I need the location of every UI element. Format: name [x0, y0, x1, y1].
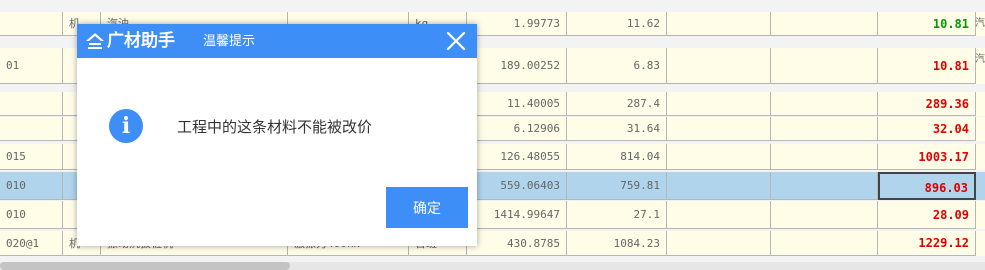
- table-cell-overflow: [975, 92, 985, 116]
- table-cell-code: 01: [0, 48, 63, 84]
- table-cell-qty: 11.40005: [467, 92, 567, 116]
- table-cell-base: 6.83: [567, 48, 667, 84]
- table-cell-base: 27.1: [567, 201, 667, 229]
- table-cell-qty: 126.48055: [467, 144, 567, 170]
- table-cell-price[interactable]: 1003.17: [878, 144, 976, 170]
- table-cell-code: [0, 92, 63, 116]
- table-cell-qty: 430.8785: [467, 231, 567, 256]
- table-cell-code: [0, 117, 63, 141]
- table-cell-blank2: [771, 231, 878, 256]
- table-cell-blank1: [667, 12, 771, 36]
- table-cell-code: 010: [0, 201, 63, 229]
- table-cell-price[interactable]: 1229.12: [878, 231, 976, 256]
- table-cell-price[interactable]: 289.36: [878, 92, 976, 116]
- table-cell-code: 010: [0, 172, 63, 200]
- horizontal-scrollbar[interactable]: [0, 262, 985, 270]
- table-cell-blank2: [771, 92, 878, 116]
- table-cell-base: 31.64: [567, 117, 667, 141]
- table-cell-price[interactable]: 896.03: [878, 172, 976, 200]
- table-cell-overflow: [975, 117, 985, 141]
- warning-dialog: 广材助手 温馨提示 i 工程中的这条材料不能被改价 确定: [77, 24, 477, 246]
- table-cell-blank2: [771, 144, 878, 170]
- table-cell-qty: 1414.99647: [467, 201, 567, 229]
- table-cell-overflow: 汽: [975, 54, 985, 65]
- table-cell-qty: 6.12906: [467, 117, 567, 141]
- table-cell-price[interactable]: 10.81: [878, 48, 976, 84]
- table-cell-base: 287.4: [567, 92, 667, 116]
- table-cell-blank2: [771, 12, 878, 36]
- table-cell-overflow: [975, 144, 985, 168]
- table-cell-base: 814.04: [567, 144, 667, 170]
- table-cell-blank2: [771, 201, 878, 229]
- table-cell-price[interactable]: 32.04: [878, 117, 976, 141]
- info-icon: i: [109, 109, 143, 143]
- horizontal-scrollbar-thumb[interactable]: [0, 262, 290, 270]
- brand-name: 广材助手: [107, 31, 175, 51]
- table-cell-base: 11.62: [567, 12, 667, 36]
- table-cell-blank1: [667, 92, 771, 116]
- dialog-titlebar: 广材助手 温馨提示: [77, 24, 477, 58]
- table-cell-code: [0, 12, 63, 36]
- table-cell-overflow: [975, 231, 985, 255]
- close-icon[interactable]: [443, 28, 469, 54]
- table-cell-price[interactable]: 10.81: [878, 12, 976, 36]
- table-cell-blank2: [771, 117, 878, 141]
- table-cell-blank1: [667, 117, 771, 141]
- table-cell-qty: 1.99773: [467, 12, 567, 36]
- table-cell-blank1: [667, 231, 771, 256]
- table-cell-overflow: 汽: [975, 18, 985, 29]
- table-cell-qty: 189.00252: [467, 48, 567, 84]
- table-cell-price[interactable]: 28.09: [878, 201, 976, 229]
- guangcai-logo-icon: [86, 33, 104, 49]
- dialog-title: 温馨提示: [203, 34, 256, 49]
- table-cell-blank1: [667, 144, 771, 170]
- table-cell-code: 015: [0, 144, 63, 170]
- table-cell-blank1: [667, 201, 771, 229]
- table-cell-base: 1084.23: [567, 231, 667, 256]
- table-cell-blank1: [667, 48, 771, 84]
- table-cell-code: 020@1: [0, 231, 63, 256]
- dialog-message: 工程中的这条材料不能被改价: [177, 118, 373, 136]
- table-cell-blank2: [771, 172, 878, 200]
- table-cell-blank2: [771, 48, 878, 84]
- table-cell-overflow: [975, 172, 985, 196]
- table-cell-overflow: [975, 201, 985, 225]
- table-cell-blank1: [667, 172, 771, 200]
- table-cell-base: 759.81: [567, 172, 667, 200]
- ok-button[interactable]: 确定: [386, 187, 468, 228]
- table-cell-qty: 559.06403: [467, 172, 567, 200]
